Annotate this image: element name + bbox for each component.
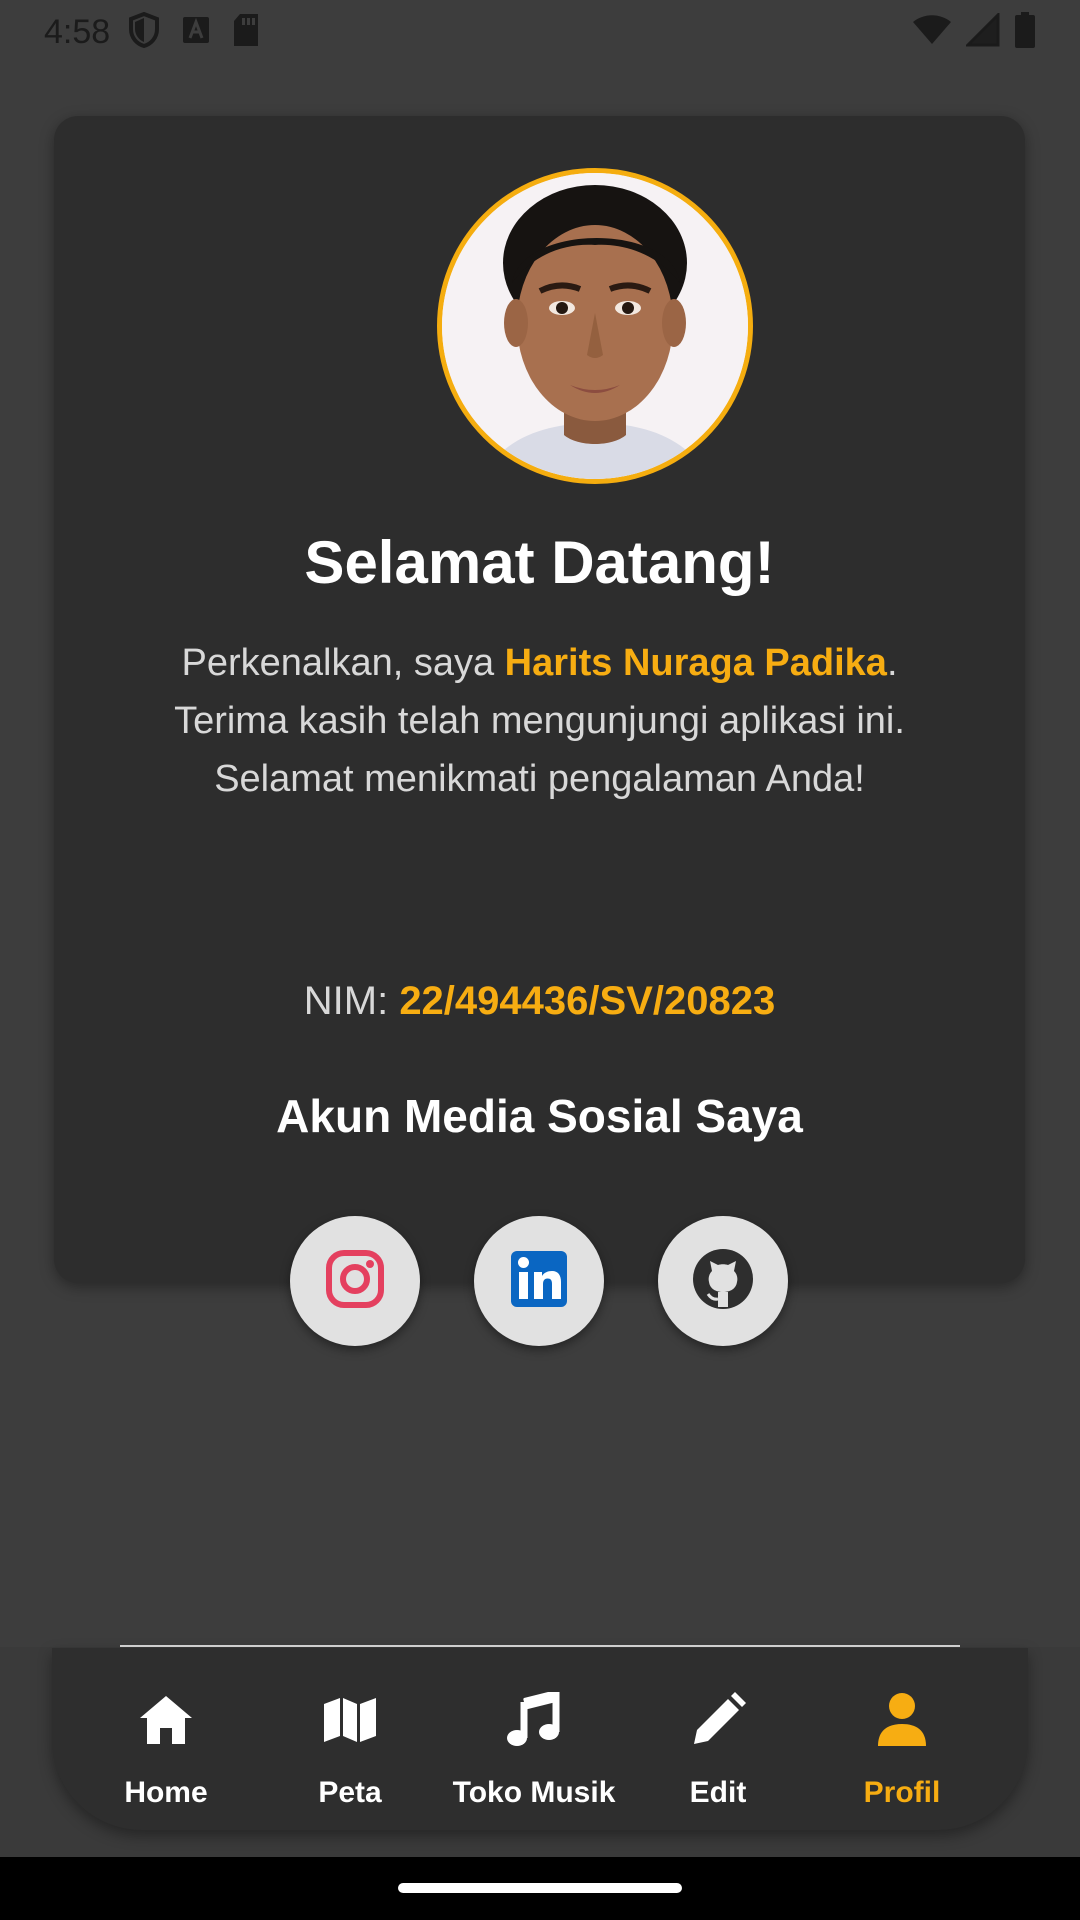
nav-item-profil[interactable]: Profil <box>812 1648 992 1830</box>
status-bar: 4:58 <box>0 0 1080 64</box>
github-icon <box>691 1247 755 1316</box>
nim-text: NIM: 22/494436/SV/20823 <box>54 979 1025 1024</box>
nav-divider <box>120 1645 960 1647</box>
github-button[interactable] <box>658 1216 788 1346</box>
sd-card-icon <box>232 13 260 52</box>
intro-text: Perkenalkan, saya Harits Nuraga Padika. … <box>54 634 1025 808</box>
social-title: Akun Media Sosial Saya <box>276 1090 803 1142</box>
pencil-icon <box>628 1690 808 1750</box>
system-navigation-bar <box>0 1857 1080 1920</box>
profile-name: Harits Nuraga Padika <box>504 642 887 684</box>
intro-suffix: . <box>886 642 898 684</box>
map-icon <box>260 1690 440 1750</box>
linkedin-icon <box>509 1249 569 1314</box>
gesture-handle[interactable] <box>398 1883 682 1893</box>
shield-icon <box>128 11 160 53</box>
nim-value: 22/494436/SV/20823 <box>399 979 776 1023</box>
intro-prefix: Perkenalkan, saya <box>181 642 505 684</box>
nav-label-profil: Profil <box>863 1776 941 1809</box>
bottom-nav: Home Peta Toko Musik Edit Profil <box>52 1648 1028 1830</box>
avatar <box>437 168 753 484</box>
intro-line-1: Perkenalkan, saya Harits Nuraga Padika. <box>54 634 1025 692</box>
nav-item-edit[interactable]: Edit <box>628 1648 808 1830</box>
status-time: 4:58 <box>44 12 111 51</box>
nav-item-peta[interactable]: Peta <box>260 1648 440 1830</box>
instagram-button[interactable] <box>290 1216 420 1346</box>
nav-item-toko-musik[interactable]: Toko Musik <box>444 1648 624 1830</box>
intro-line-2: Terima kasih telah mengunjungi aplikasi … <box>174 700 905 742</box>
nav-item-home[interactable]: Home <box>76 1648 256 1830</box>
linkedin-button[interactable] <box>474 1216 604 1346</box>
nav-label-home: Home <box>124 1776 208 1809</box>
intro-line-3: Selamat menikmati pengalaman Anda! <box>214 758 865 800</box>
font-icon <box>182 16 210 49</box>
battery-icon <box>1014 12 1036 53</box>
music-note-icon <box>444 1690 624 1750</box>
nim-label: NIM: <box>303 979 400 1023</box>
signal-icon <box>964 11 1000 52</box>
nav-label-edit: Edit <box>689 1776 747 1809</box>
wifi-icon <box>912 14 952 51</box>
home-icon <box>76 1690 256 1750</box>
person-icon <box>812 1690 992 1750</box>
welcome-title: Selamat Datang! <box>304 529 775 596</box>
instagram-icon <box>325 1249 385 1314</box>
profile-card: Selamat Datang! Perkenalkan, saya Harits… <box>54 116 1025 1346</box>
nav-label-peta: Peta <box>318 1776 382 1809</box>
nav-label-toko-musik: Toko Musik <box>452 1776 616 1809</box>
